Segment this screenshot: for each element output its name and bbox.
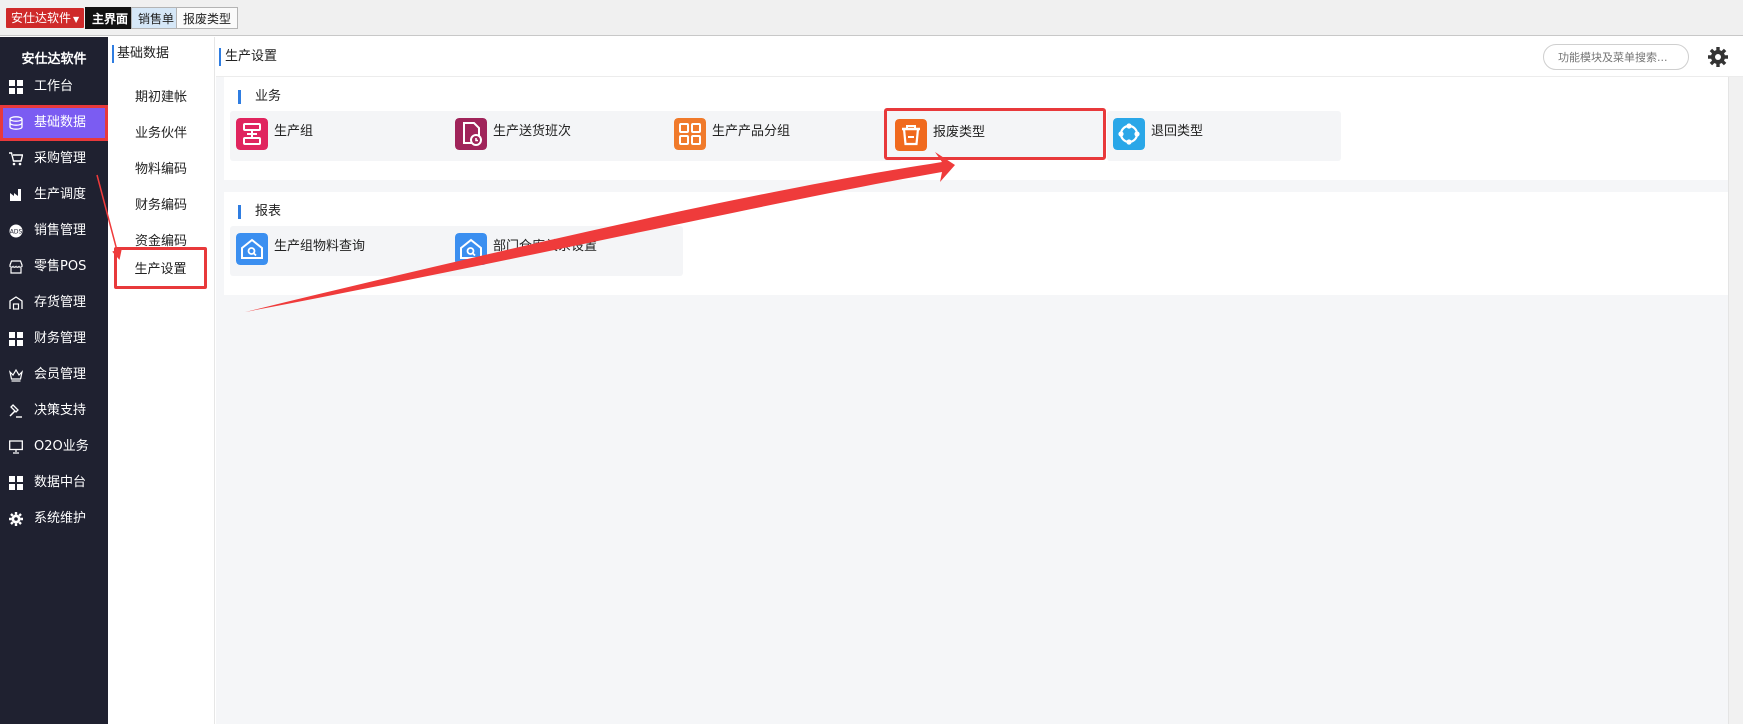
sidebar-item-label: 工作台 <box>34 79 74 94</box>
grid-icon <box>9 80 23 94</box>
sidebar-item-label: 基础数据 <box>34 115 87 130</box>
main-header: 生产设置 <box>216 37 1743 77</box>
grid-icon <box>9 476 23 490</box>
sidebar-item-label: 会员管理 <box>34 367 87 382</box>
sidebar-item-label: 采购管理 <box>34 151 87 166</box>
card-product-grouping[interactable]: 生产产品分组 <box>668 111 902 161</box>
sidebar-item-system[interactable]: 系统维护 <box>0 501 108 537</box>
card-label: 报废类型 <box>933 125 986 140</box>
sidebar-item-label: 系统维护 <box>34 511 87 526</box>
crown-icon <box>9 368 23 382</box>
tab-main[interactable]: 主界面 <box>85 7 136 29</box>
house-search-icon <box>236 233 268 265</box>
sidebar-item-label: 数据中台 <box>34 475 87 490</box>
card-label: 部门仓库关系设置 <box>493 239 598 254</box>
sidebar-item-label: O2O业务 <box>34 439 89 454</box>
brand-menu-label: 安仕达软件 <box>11 11 72 25</box>
warehouse-icon <box>9 296 23 310</box>
card-label: 退回类型 <box>1151 124 1204 139</box>
section-title-business: 业务 <box>238 90 281 104</box>
cart-icon <box>9 152 23 166</box>
subnav-item-material-code[interactable]: 物料编码 <box>108 152 214 188</box>
subnav-item-business-partner[interactable]: 业务伙伴 <box>108 116 214 152</box>
sidebar-item-inventory[interactable]: 存货管理 <box>0 285 108 321</box>
subnav-header: 基础数据 <box>112 45 169 63</box>
section-title-reports: 报表 <box>238 205 281 219</box>
sidebar-item-o2o[interactable]: O2O业务 <box>0 429 108 465</box>
main-content: 生产设置 业务 生产组 生产送货班次 <box>216 37 1743 724</box>
gear-icon <box>9 512 23 526</box>
card-delivery-shift[interactable]: 生产送货班次 <box>449 111 683 161</box>
svg-text:ADS: ADS <box>10 229 23 236</box>
sidebar-item-data-center[interactable]: 数据中台 <box>0 465 108 501</box>
trash-icon <box>895 119 927 151</box>
card-group-material-query[interactable]: 生产组物料查询 <box>230 226 464 276</box>
card-production-group[interactable]: 生产组 <box>230 111 464 161</box>
production-group-icon <box>236 118 268 150</box>
grid-icon <box>9 332 23 346</box>
sidebar: 安仕达软件 工作台 基础数据 采购管理 生产调度 ADS 销售管理 零售POS … <box>0 37 108 724</box>
card-dept-warehouse-relation[interactable]: 部门仓库关系设置 <box>449 226 683 276</box>
tab-scrap-type[interactable]: 报废类型 <box>176 7 239 29</box>
card-scrap-type[interactable]: 报废类型 <box>884 108 1106 160</box>
sidebar-item-label: 决策支持 <box>34 403 87 418</box>
product-group-icon <box>674 118 706 150</box>
settings-gear-icon[interactable] <box>1707 46 1729 68</box>
sidebar-item-label: 销售管理 <box>34 223 87 238</box>
sidebar-item-sales[interactable]: ADS 销售管理 <box>0 213 108 249</box>
card-label: 生产组 <box>274 124 314 139</box>
card-return-type[interactable]: 退回类型 <box>1107 111 1341 161</box>
card-label: 生产组物料查询 <box>274 239 366 254</box>
page-title: 生产设置 <box>219 48 277 66</box>
sidebar-item-basic-data[interactable]: 基础数据 <box>0 105 108 141</box>
sidebar-item-label: 存货管理 <box>34 295 87 310</box>
database-icon <box>9 116 23 130</box>
sidebar-item-member[interactable]: 会员管理 <box>0 357 108 393</box>
card-label: 生产产品分组 <box>712 124 791 139</box>
store-icon <box>9 260 23 274</box>
delivery-doc-icon <box>455 118 487 150</box>
brand-menu-button[interactable]: 安仕达软件 ▼ <box>6 8 85 28</box>
sidebar-item-label: 财务管理 <box>34 331 87 346</box>
return-circle-icon <box>1113 118 1145 150</box>
house-search-icon <box>455 233 487 265</box>
search-input[interactable] <box>1543 44 1689 70</box>
top-bar: 安仕达软件 ▼ 主界面 销售单 报废类型 <box>0 0 1743 36</box>
subnav-item-opening-accounts[interactable]: 期初建帐 <box>108 80 214 116</box>
sidebar-item-label: 零售POS <box>34 259 87 274</box>
tab-sales-order[interactable]: 销售单 <box>131 7 182 29</box>
vertical-scrollbar[interactable] <box>1728 77 1743 724</box>
monitor-icon <box>9 440 23 454</box>
sub-navigation: 基础数据 期初建帐 业务伙伴 物料编码 财务编码 资金编码 生产设置 <box>108 37 215 724</box>
chevron-down-icon: ▼ <box>73 15 80 24</box>
factory-icon <box>10 189 21 201</box>
section-business: 业务 生产组 生产送货班次 生产产品分组 报废类型 退回类型 <box>224 77 1734 180</box>
sidebar-item-workbench[interactable]: 工作台 <box>0 69 108 105</box>
sidebar-item-production[interactable]: 生产调度 <box>0 177 108 213</box>
sidebar-item-decision[interactable]: 决策支持 <box>0 393 108 429</box>
gavel-icon <box>9 404 22 418</box>
badge-icon: ADS <box>9 224 23 238</box>
sidebar-item-finance[interactable]: 财务管理 <box>0 321 108 357</box>
sidebar-item-purchase[interactable]: 采购管理 <box>0 141 108 177</box>
card-label: 生产送货班次 <box>493 124 572 139</box>
sidebar-item-label: 生产调度 <box>34 187 87 202</box>
section-reports: 报表 生产组物料查询 部门仓库关系设置 <box>224 192 1734 295</box>
subnav-item-production-settings[interactable]: 生产设置 <box>114 247 207 289</box>
sidebar-item-retail-pos[interactable]: 零售POS <box>0 249 108 285</box>
subnav-item-finance-code[interactable]: 财务编码 <box>108 188 214 224</box>
